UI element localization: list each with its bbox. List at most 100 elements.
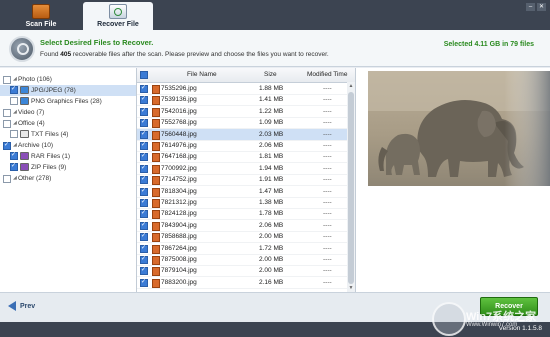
row-checkbox[interactable] [140,220,148,231]
table-row[interactable]: 7535296.jpg 1.88 MB ---- [137,83,347,95]
file-table: File Name Size Modified Time 7535296.jpg… [137,68,356,292]
tree-checkbox[interactable] [3,75,11,84]
file-name: 7858688.jpg [161,233,197,241]
row-checkbox[interactable] [140,254,148,265]
jpg-file-icon [152,130,160,140]
row-checkbox[interactable] [140,129,148,140]
row-checkbox[interactable] [140,197,148,208]
tree-checkbox[interactable] [10,84,18,95]
row-checkbox[interactable] [140,186,148,197]
row-checkbox[interactable] [140,151,148,162]
tab-recover-file[interactable]: Recover File [83,2,153,30]
tree-checkbox[interactable] [10,130,18,139]
table-row[interactable]: 7542016.jpg 1.22 MB ---- [137,106,347,118]
table-row[interactable]: 7647168.jpg 1.81 MB ---- [137,151,347,164]
minimize-icon[interactable]: – [526,3,535,11]
tree-item-label: Video (7) [18,109,45,117]
table-scrollbar[interactable]: ▲ ▼ [347,82,355,292]
file-modified: ---- [323,130,332,138]
table-row[interactable]: 7560448.jpg 2.03 MB ---- [137,128,347,141]
scroll-down-icon[interactable]: ▼ [348,285,354,291]
table-row[interactable]: 7614976.jpg 2.06 MB ---- [137,140,347,152]
table-row[interactable]: 7867264.jpg 1.72 MB ---- [137,243,347,255]
table-row[interactable]: 7821312.jpg 1.38 MB ---- [137,197,347,209]
row-checkbox[interactable] [140,231,148,242]
tree-item[interactable]: ◢Video (7) [0,107,136,118]
row-checkbox[interactable] [140,106,148,117]
file-modified: ---- [323,244,332,252]
jpg-file-icon [152,221,160,231]
tree-item[interactable]: ZIP Files (9) [0,161,136,173]
tree-checkbox[interactable] [10,97,18,106]
table-row[interactable]: 7843904.jpg 2.06 MB ---- [137,220,347,232]
close-icon[interactable]: ✕ [537,3,546,11]
jpg-file-icon [152,233,160,243]
jpg-file-icon [152,278,160,288]
file-size: 1.94 MB [259,164,284,172]
tree-checkbox[interactable] [3,108,11,117]
file-name: 7552768.jpg [161,119,197,127]
table-row[interactable]: 7879104.jpg 2.00 MB ---- [137,265,347,278]
row-checkbox[interactable] [140,94,148,105]
found-count: 405 [60,51,72,58]
row-checkbox[interactable] [140,277,148,288]
header-modified-time[interactable]: Modified Time [307,71,347,78]
header-file-name[interactable]: File Name [187,71,217,78]
row-checkbox[interactable] [140,243,148,254]
tree-checkbox[interactable] [3,119,11,128]
file-modified: ---- [323,278,332,286]
file-modified: ---- [323,153,332,161]
row-checkbox[interactable] [140,163,148,174]
file-size: 2.16 MB [259,278,284,286]
file-modified: ---- [323,142,332,149]
tree-item-label: Photo (106) [18,76,52,84]
tree-checkbox[interactable] [3,174,11,183]
row-checkbox[interactable] [140,265,148,276]
row-checkbox[interactable] [140,83,148,94]
jpg-file-icon [152,164,160,174]
table-row[interactable]: 7539136.jpg 1.41 MB ---- [137,94,347,107]
row-checkbox[interactable] [140,140,148,151]
table-row[interactable]: 7700992.jpg 1.94 MB ---- [137,163,347,175]
tree-checkbox[interactable] [10,150,18,161]
row-checkbox[interactable] [140,208,148,219]
file-name: 7700992.jpg [161,164,197,172]
tree-item[interactable]: ◢Office (4) [0,118,136,129]
tree-item[interactable]: ◢Photo (106) [0,74,136,85]
back-arrow-icon [8,301,16,311]
table-row[interactable]: 7824128.jpg 1.78 MB ---- [137,208,347,221]
header-size[interactable]: Size [264,71,277,78]
tree-item[interactable]: ◢Archive (10) [0,140,136,151]
select-all-checkbox[interactable] [140,71,148,79]
tree-item[interactable]: ◢Other (278) [0,173,136,184]
tab-recover-file-label: Recover File [97,21,139,28]
row-checkbox[interactable] [140,174,148,185]
file-size: 1.72 MB [259,244,284,252]
file-modified: ---- [323,267,332,275]
table-row[interactable]: 7552768.jpg 1.09 MB ---- [137,117,347,130]
table-row[interactable]: 7883200.jpg 2.16 MB ---- [137,277,347,289]
tree-checkbox[interactable] [10,161,18,172]
selected-summary: Selected 4.11 GB in 79 files [443,41,534,48]
file-size: 1.22 MB [259,107,284,115]
tab-scan-file[interactable]: Scan File [6,2,76,30]
table-row[interactable]: 7818304.jpg 1.47 MB ---- [137,186,347,198]
tree-item[interactable]: JPG/JPEG (78) [0,84,136,96]
file-size: 1.91 MB [259,176,284,184]
tree-checkbox[interactable] [3,140,11,151]
table-row[interactable]: 7875008.jpg 2.00 MB ---- [137,254,347,266]
prev-button[interactable]: Prev [8,301,35,311]
table-row[interactable]: 7714752.jpg 1.91 MB ---- [137,174,347,187]
jpg-file-icon [152,267,160,277]
file-name: 7883200.jpg [161,278,197,286]
file-modified: ---- [323,176,332,184]
file-size: 1.38 MB [259,199,284,206]
file-modified: ---- [323,96,332,104]
row-checkbox[interactable] [140,117,148,128]
scrollbar-thumb[interactable] [348,92,354,284]
tree-item[interactable]: PNG Graphics Files (28) [0,96,136,107]
table-row[interactable]: 7858688.jpg 2.00 MB ---- [137,231,347,244]
tree-item[interactable]: RAR Files (1) [0,150,136,162]
tree-item[interactable]: TXT Files (4) [0,129,136,140]
scroll-up-icon[interactable]: ▲ [348,83,354,89]
